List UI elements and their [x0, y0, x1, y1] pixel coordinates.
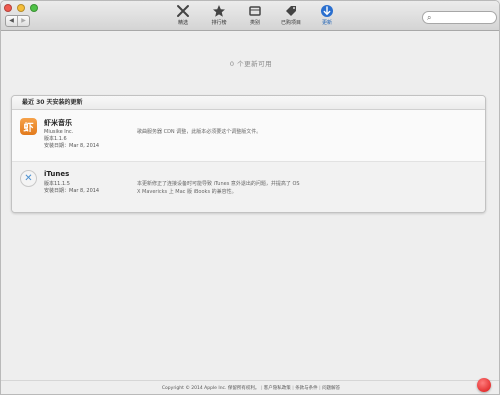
app-name[interactable]: 虾米音乐 — [44, 118, 72, 128]
close-window-button[interactable] — [4, 4, 12, 12]
toolbar-tabs: 精选 排行榜 类别 已购项目 更新 — [165, 3, 345, 29]
recent-updates-header: 最近 30 天安装的更新 — [12, 96, 485, 110]
app-version: 版本11.1.5 — [44, 181, 70, 187]
tab-purchased[interactable]: 已购项目 — [273, 3, 309, 29]
tab-top-charts[interactable]: 排行榜 — [201, 3, 237, 29]
search-field[interactable]: ⌕ — [422, 11, 497, 24]
toolbar: ◀ ▶ 精选 排行榜 类别 已购项目 更新 ⌕ — [1, 1, 499, 31]
zoom-window-button[interactable] — [30, 4, 38, 12]
update-description-line-1: 本更新修正了连接设备时可能导致 iTunes 意外退出的问题，并提高了 OS — [137, 181, 300, 187]
forward-button[interactable]: ▶ — [17, 16, 29, 26]
available-updates-count: 0 个更新可用 — [229, 60, 273, 68]
purchased-icon — [273, 3, 309, 19]
updates-icon — [309, 3, 345, 19]
recent-updates-panel: 最近 30 天安装的更新 虾 虾米音乐 Miusike Inc. 版本1.1.6… — [11, 95, 486, 213]
terms-link[interactable]: 条款与条件 — [292, 386, 317, 391]
install-date: 安装日期：Mar 8, 2014 — [44, 143, 100, 149]
tab-featured[interactable]: 精选 — [165, 3, 201, 29]
categories-icon — [237, 3, 273, 19]
app-version: 版本1.1.6 — [44, 136, 67, 142]
privacy-policy-link[interactable]: 客户隐私政策 — [261, 386, 291, 391]
faq-link[interactable]: 问题解答 — [319, 386, 340, 391]
tab-purchased-label: 已购项目 — [280, 20, 301, 26]
update-row: ✕ iTunes 版本11.1.5 安装日期：Mar 8, 2014 本更新修正… — [12, 162, 485, 212]
window-controls — [4, 4, 38, 12]
update-description: 歌曲服务器 CDN 调整，此版本必须要这个调整版文件。 — [137, 129, 262, 135]
search-icon: ⌕ — [427, 13, 432, 22]
star-icon — [201, 3, 237, 19]
updates-page: 0 个更新可用 最近 30 天安装的更新 虾 虾米音乐 Miusike Inc.… — [1, 32, 499, 394]
app-developer[interactable]: Miusike Inc. — [44, 129, 73, 136]
install-date: 安装日期：Mar 8, 2014 — [44, 188, 100, 194]
featured-icon — [165, 3, 201, 19]
xiami-app-icon[interactable]: 虾 — [20, 118, 37, 135]
notification-badge-icon[interactable] — [477, 378, 491, 392]
tab-categories-label: 类别 — [249, 20, 260, 26]
update-description-line-2: X Mavericks 上 Mac 版 iBooks 的兼容性。 — [137, 189, 237, 195]
tab-featured-label: 精选 — [177, 20, 188, 26]
tab-categories[interactable]: 类别 — [237, 3, 273, 29]
footer: Copyright © 2014 Apple Inc. 保留所有权利。 客户隐私… — [1, 380, 499, 394]
minimize-window-button[interactable] — [17, 4, 25, 12]
app-name[interactable]: iTunes — [44, 170, 69, 178]
back-button[interactable]: ◀ — [6, 16, 17, 26]
copyright-text: Copyright © 2014 Apple Inc. 保留所有权利。 — [161, 386, 260, 391]
app-store-window: ◀ ▶ 精选 排行榜 类别 已购项目 更新 ⌕ 0 个更新可用 最近 30 天安… — [0, 0, 500, 395]
itunes-app-icon[interactable]: ✕ — [20, 170, 37, 187]
tab-top-charts-label: 排行榜 — [211, 20, 227, 26]
history-nav: ◀ ▶ — [5, 15, 30, 27]
tab-updates-label: 更新 — [321, 20, 332, 26]
update-row: 虾 虾米音乐 Miusike Inc. 版本1.1.6 安装日期：Mar 8, … — [12, 110, 485, 162]
tab-updates[interactable]: 更新 — [309, 3, 345, 29]
